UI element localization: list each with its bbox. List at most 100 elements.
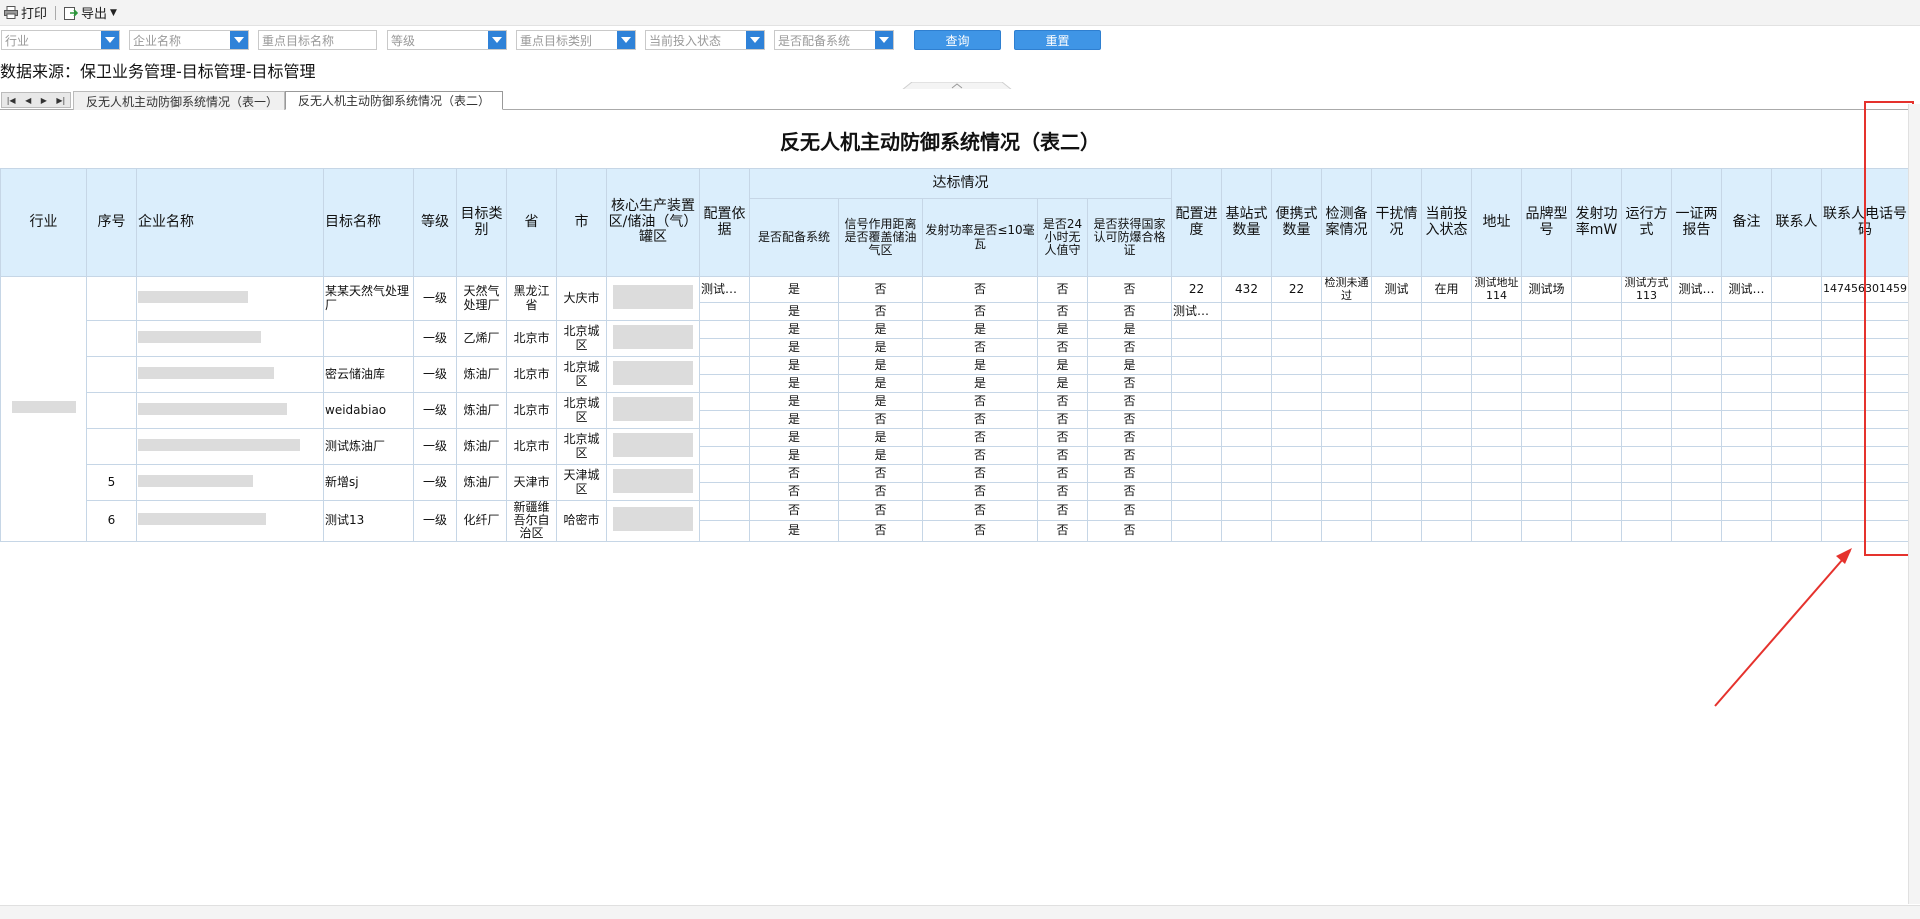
target-name-cell: 测试13 (323, 500, 414, 542)
province-cell: 新疆维吾尔自治区 (506, 500, 557, 542)
province-cell: 北京市 (506, 356, 557, 393)
compliance-cell: 否 (1037, 302, 1088, 321)
status-select[interactable]: 当前投入状态 (645, 30, 765, 50)
compliance-cell: 是 (838, 446, 923, 465)
equipped-select[interactable]: 是否配备系统 (774, 30, 894, 50)
brand-cell (1521, 464, 1572, 483)
col-level: 等级 (413, 168, 457, 277)
printer-icon (4, 6, 18, 19)
compliance-cell: 是 (838, 356, 923, 375)
level-cell: 一级 (413, 500, 457, 542)
basis-cell (699, 464, 750, 483)
base-cell (1221, 374, 1272, 393)
col-group-compliance: 达标情况 (749, 168, 1172, 199)
level-select[interactable]: 等级 (387, 30, 507, 50)
core-area-cell (606, 464, 700, 501)
compliance-cell: 否 (1037, 276, 1088, 303)
dropdown-arrow-icon[interactable] (230, 31, 248, 49)
target-name-cell (323, 320, 414, 357)
filing-cell (1321, 338, 1372, 357)
table-row: 测试炼油厂 一级 炼油厂 北京市 北京城区是是否否否 (1, 428, 1909, 465)
brand-cell (1521, 446, 1572, 465)
compliance-cell: 否 (922, 464, 1038, 483)
basis-cell (699, 499, 750, 522)
contact-cell (1771, 464, 1822, 483)
progress-cell (1171, 520, 1222, 542)
first-sheet-icon[interactable]: |◀ (7, 96, 16, 105)
report-cell (1671, 302, 1722, 321)
address-cell (1471, 446, 1522, 465)
province-cell: 天津市 (506, 464, 557, 501)
txp-cell (1571, 464, 1622, 483)
target-name-cell: 某某天然气处理厂 (323, 276, 414, 321)
col-address: 地址 (1471, 168, 1522, 277)
col-remark: 备注 (1721, 168, 1772, 277)
remark-cell (1721, 374, 1772, 393)
compliance-cell: 是 (749, 356, 839, 375)
base-cell (1221, 320, 1272, 339)
company-name-cell (136, 356, 324, 393)
tab-table-1[interactable]: 反无人机主动防御系统情况（表一） (73, 91, 285, 110)
address-cell (1471, 499, 1522, 522)
table-row: 一级 乙烯厂 北京市 北京城区是是是是是 (1, 320, 1909, 357)
txp-cell (1571, 520, 1622, 542)
txp-cell (1571, 356, 1622, 375)
industry-select[interactable]: 行业 (1, 30, 120, 50)
basis-cell (699, 338, 750, 357)
dropdown-arrow-icon[interactable] (746, 31, 764, 49)
progress-cell (1171, 446, 1222, 465)
filing-cell: 检测未通过 (1321, 276, 1372, 303)
base-cell (1221, 410, 1272, 429)
col-signal-range: 信号作用距离是否覆盖储油气区 (838, 198, 923, 277)
compliance-cell: 否 (922, 338, 1038, 357)
dropdown-arrow-icon[interactable] (617, 31, 635, 49)
compliance-cell: 是 (1037, 356, 1088, 375)
col-equipped: 是否配备系统 (749, 198, 839, 277)
portable-cell (1271, 520, 1322, 542)
company-name-cell (136, 276, 324, 321)
print-button[interactable]: 打印 (0, 2, 51, 24)
mode-cell (1621, 338, 1672, 357)
core-area-cell (606, 356, 700, 393)
base-cell (1221, 446, 1272, 465)
compliance-cell: 否 (838, 410, 923, 429)
compliance-cell: 是 (1037, 374, 1088, 393)
interference-cell (1371, 356, 1422, 375)
interference-cell (1371, 464, 1422, 483)
portable-cell (1271, 392, 1322, 411)
report-cell (1671, 338, 1722, 357)
portable-cell (1271, 374, 1322, 393)
compliance-cell: 否 (838, 276, 923, 303)
next-sheet-icon[interactable]: ▶ (41, 96, 47, 105)
dropdown-arrow-icon[interactable] (101, 31, 119, 49)
tab-table-2[interactable]: 反无人机主动防御系统情况（表二） (285, 91, 503, 110)
horizontal-scrollbar[interactable] (0, 905, 1920, 919)
query-button[interactable]: 查询 (914, 30, 1001, 50)
status-cell (1421, 428, 1472, 447)
last-sheet-icon[interactable]: ▶| (56, 96, 65, 105)
export-button[interactable]: 导出 ▼ (60, 2, 121, 24)
dropdown-arrow-icon[interactable] (875, 31, 893, 49)
remark-cell (1721, 482, 1772, 501)
compliance-cell: 是 (838, 374, 923, 393)
dropdown-arrow-icon[interactable] (488, 31, 506, 49)
compliance-cell: 是 (1037, 320, 1088, 339)
compliance-cell: 是 (749, 428, 839, 447)
base-cell (1221, 338, 1272, 357)
vertical-scrollbar[interactable] (1908, 104, 1920, 904)
target-type-select[interactable]: 重点目标类别 (516, 30, 636, 50)
basis-cell (699, 410, 750, 429)
compliance-cell: 否 (922, 302, 1038, 321)
basis-cell (699, 356, 750, 375)
contact-cell (1771, 392, 1822, 411)
remark-cell (1721, 520, 1772, 542)
compliance-cell: 是 (838, 392, 923, 411)
status-cell (1421, 302, 1472, 321)
prev-sheet-icon[interactable]: ◀ (25, 96, 31, 105)
remark-cell (1721, 499, 1772, 522)
core-area-cell (606, 392, 700, 429)
company-select[interactable]: 企业名称 (129, 30, 249, 50)
target-name-input[interactable]: 重点目标名称 (258, 30, 377, 50)
reset-button[interactable]: 重置 (1014, 30, 1101, 50)
brand-cell (1521, 520, 1572, 542)
